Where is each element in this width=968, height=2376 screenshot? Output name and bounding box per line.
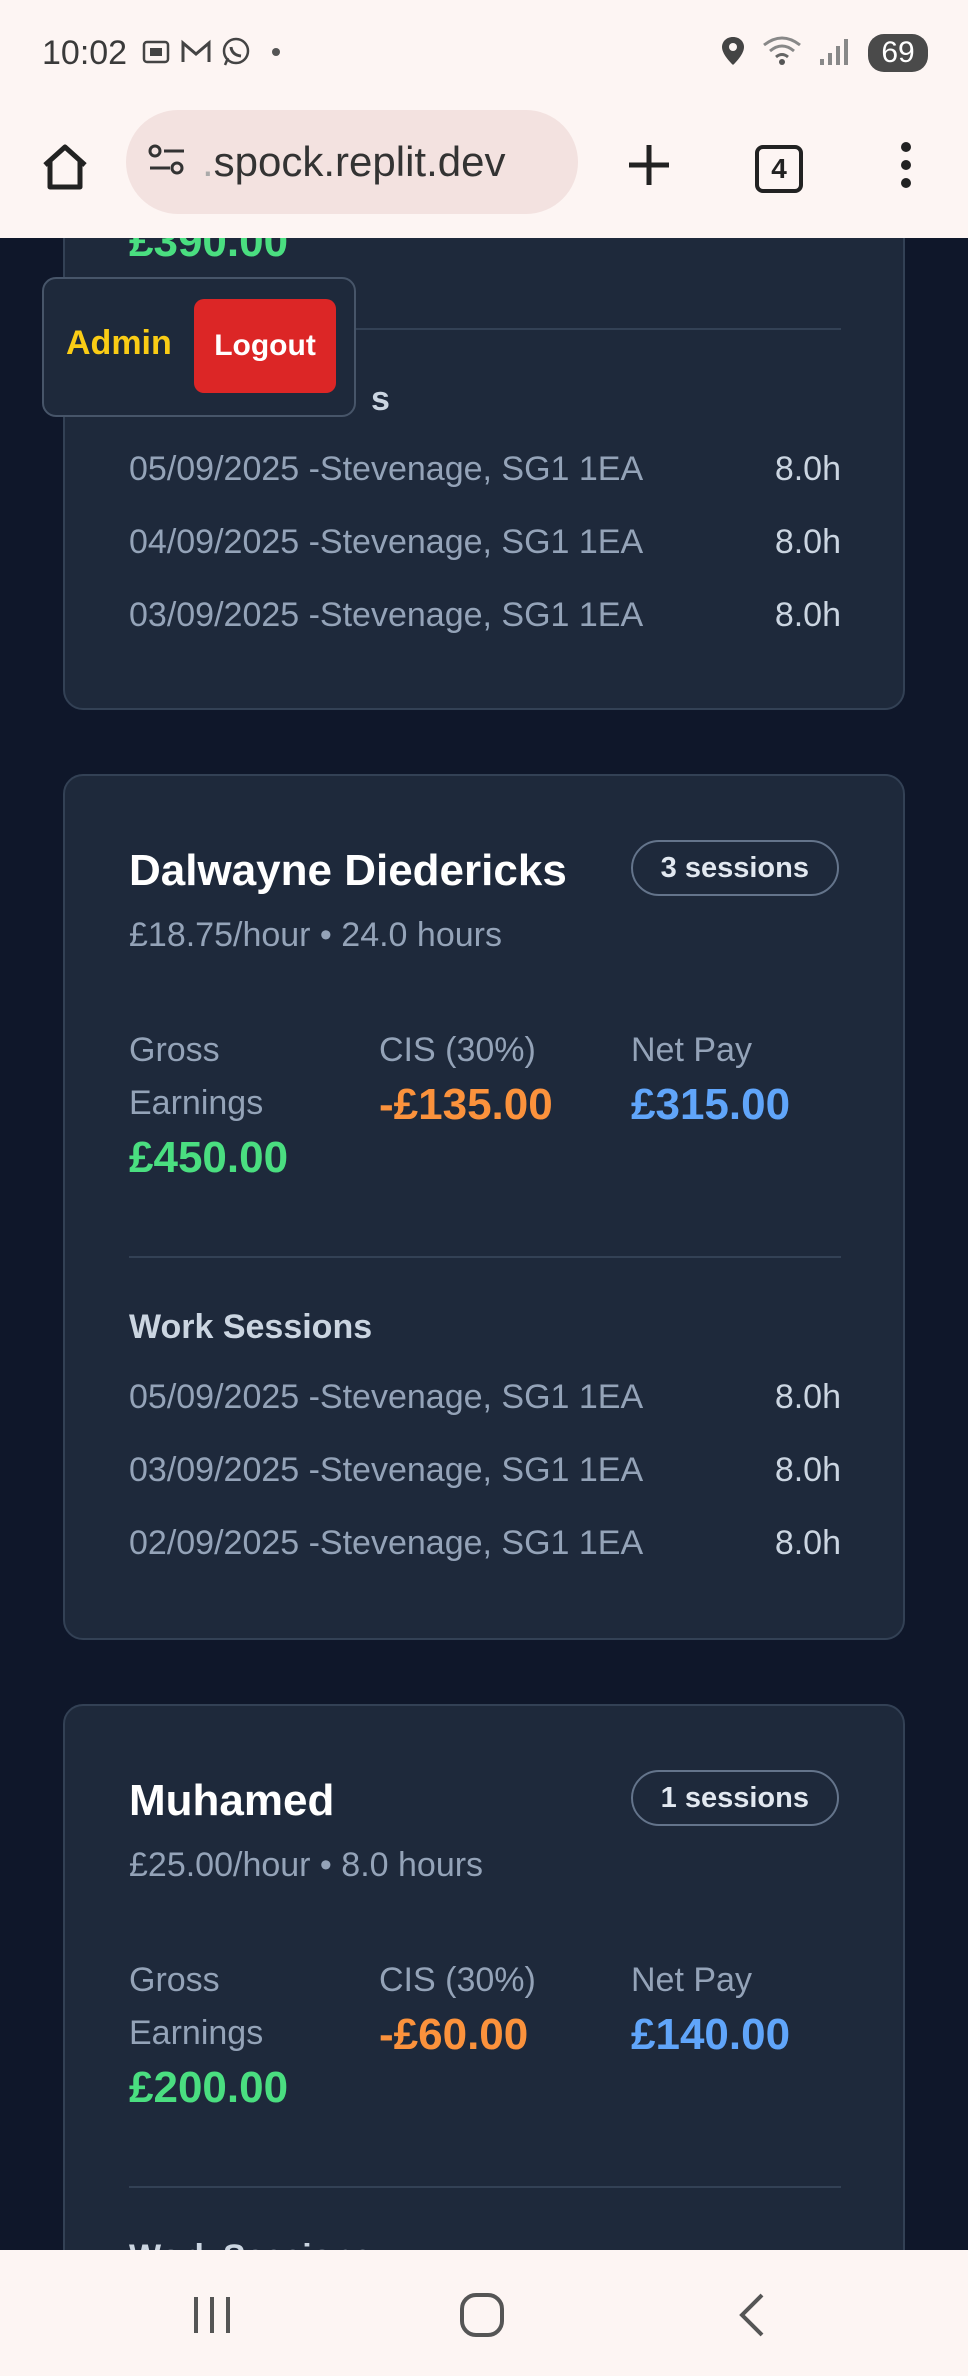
status-time: 10:02 [42, 34, 128, 72]
system-icons: 69 [720, 34, 928, 72]
page-content[interactable]: £390.00 s 05/09/2025 -Stevenage, SG1 1EA… [0, 238, 968, 2250]
more-notifications-dot [272, 48, 280, 56]
worker-card: Muhamed 1 sessions £25.00/hour • 8.0 hou… [63, 1704, 905, 2250]
session-row: 03/09/2025 -Stevenage, SG1 1EA 8.0h [129, 1451, 841, 1501]
cis-deduction: CIS (30%) -£135.00 [379, 1024, 609, 1133]
whatsapp-icon [220, 36, 252, 68]
home-circle-icon [460, 2293, 504, 2337]
worker-rate-hours: £18.75/hour • 24.0 hours [129, 916, 502, 954]
session-row: 03/09/2025 -Stevenage, SG1 1EA 8.0h [129, 596, 841, 646]
gross-earnings-label: Gross Earnings [129, 1961, 264, 2052]
gross-earnings-value: £450.00 [129, 1133, 289, 1182]
worker-name: Muhamed [129, 1776, 335, 1825]
gross-earnings-value: £200.00 [129, 2063, 289, 2112]
sessions-badge: 3 sessions [630, 840, 839, 896]
more-vertical-icon [901, 142, 911, 188]
battery-indicator: 69 [868, 34, 928, 72]
home-button[interactable] [30, 132, 100, 202]
admin-menu: Admin Logout [42, 277, 356, 417]
worker-card: Dalwayne Diedericks 3 sessions £18.75/ho… [63, 774, 905, 1640]
session-row: 02/09/2025 -Stevenage, SG1 1EA 8.0h [129, 1524, 841, 1574]
session-hours: 8.0h [774, 523, 841, 561]
system-nav-bar [0, 2250, 968, 2376]
session-details: 03/09/2025 -Stevenage, SG1 1EA [129, 1451, 644, 1489]
net-pay-value: £140.00 [631, 2010, 791, 2059]
worker-name: Dalwayne Diedericks [129, 846, 567, 895]
net-pay: Net Pay £315.00 [631, 1024, 861, 1133]
cis-label: CIS (30%) [379, 1031, 536, 1069]
cis-value: -£135.00 [379, 1080, 553, 1129]
worker-rate-hours: £25.00/hour • 8.0 hours [129, 1846, 484, 1884]
location-icon [720, 35, 746, 72]
gross-earnings: £390.00 [129, 238, 359, 270]
signal-icon [818, 35, 852, 72]
session-hours: 8.0h [774, 1524, 841, 1562]
browser-menu-button[interactable] [876, 130, 936, 200]
session-details: 05/09/2025 -Stevenage, SG1 1EA [129, 450, 644, 488]
gross-earnings: Gross Earnings £200.00 [129, 1954, 329, 2116]
net-pay-value: £315.00 [631, 1080, 791, 1129]
home-icon [43, 144, 87, 190]
gmail-icon [180, 36, 212, 68]
divider [129, 2186, 841, 2188]
cis-value: -£60.00 [379, 2010, 529, 2059]
wifi-icon [762, 35, 802, 72]
logout-button[interactable]: Logout [194, 299, 336, 393]
sessions-badge: 1 sessions [630, 1770, 839, 1826]
work-sessions-title: Work Sessions [129, 1308, 373, 1346]
gross-earnings-value: £390.00 [129, 238, 289, 266]
back-button[interactable] [712, 2280, 792, 2350]
plus-icon [629, 145, 669, 185]
work-sessions-title: s [371, 380, 390, 418]
tab-count: 4 [755, 145, 803, 193]
url-text: .spock.replit.dev [202, 138, 506, 185]
gross-earnings-label: Gross Earnings [129, 1031, 264, 1122]
cis-deduction: CIS (30%) -£60.00 [379, 1954, 609, 2063]
session-hours: 8.0h [774, 1451, 841, 1489]
session-row: 04/09/2025 -Stevenage, SG1 1EA 8.0h [129, 523, 841, 573]
session-row: 05/09/2025 -Stevenage, SG1 1EA 8.0h [129, 450, 841, 500]
gross-earnings: Gross Earnings £450.00 [129, 1024, 329, 1186]
session-details: 05/09/2025 -Stevenage, SG1 1EA [129, 1378, 644, 1416]
session-details: 03/09/2025 -Stevenage, SG1 1EA [129, 596, 644, 634]
site-settings-icon[interactable] [146, 142, 188, 183]
tab-switcher-button[interactable]: 4 [744, 134, 814, 204]
address-bar[interactable]: .spock.replit.dev [126, 110, 578, 214]
session-row: 05/09/2025 -Stevenage, SG1 1EA 8.0h [129, 1378, 841, 1428]
home-nav-button[interactable] [442, 2280, 522, 2350]
work-sessions-title: Work Sessions [129, 2238, 372, 2250]
session-hours: 8.0h [774, 596, 841, 634]
session-hours: 8.0h [774, 450, 841, 488]
session-details: 02/09/2025 -Stevenage, SG1 1EA [129, 1524, 644, 1562]
back-icon [739, 2293, 764, 2337]
new-tab-button[interactable] [614, 130, 684, 200]
gallery-icon [140, 36, 172, 68]
cis-label: CIS (30%) [379, 1961, 536, 1999]
net-pay-label: Net Pay [631, 1031, 752, 1069]
session-hours: 8.0h [774, 1378, 841, 1416]
notification-icons [140, 36, 280, 68]
status-bar: 10:02 69 [0, 0, 968, 104]
net-pay: Net Pay £140.00 [631, 1954, 861, 2063]
recent-apps-icon [194, 2297, 230, 2333]
admin-link[interactable]: Admin [66, 324, 172, 363]
recent-apps-button[interactable] [172, 2280, 252, 2350]
divider [129, 1256, 841, 1258]
net-pay-label: Net Pay [631, 1961, 752, 1999]
browser-toolbar: .spock.replit.dev 4 [0, 104, 968, 238]
session-details: 04/09/2025 -Stevenage, SG1 1EA [129, 523, 644, 561]
